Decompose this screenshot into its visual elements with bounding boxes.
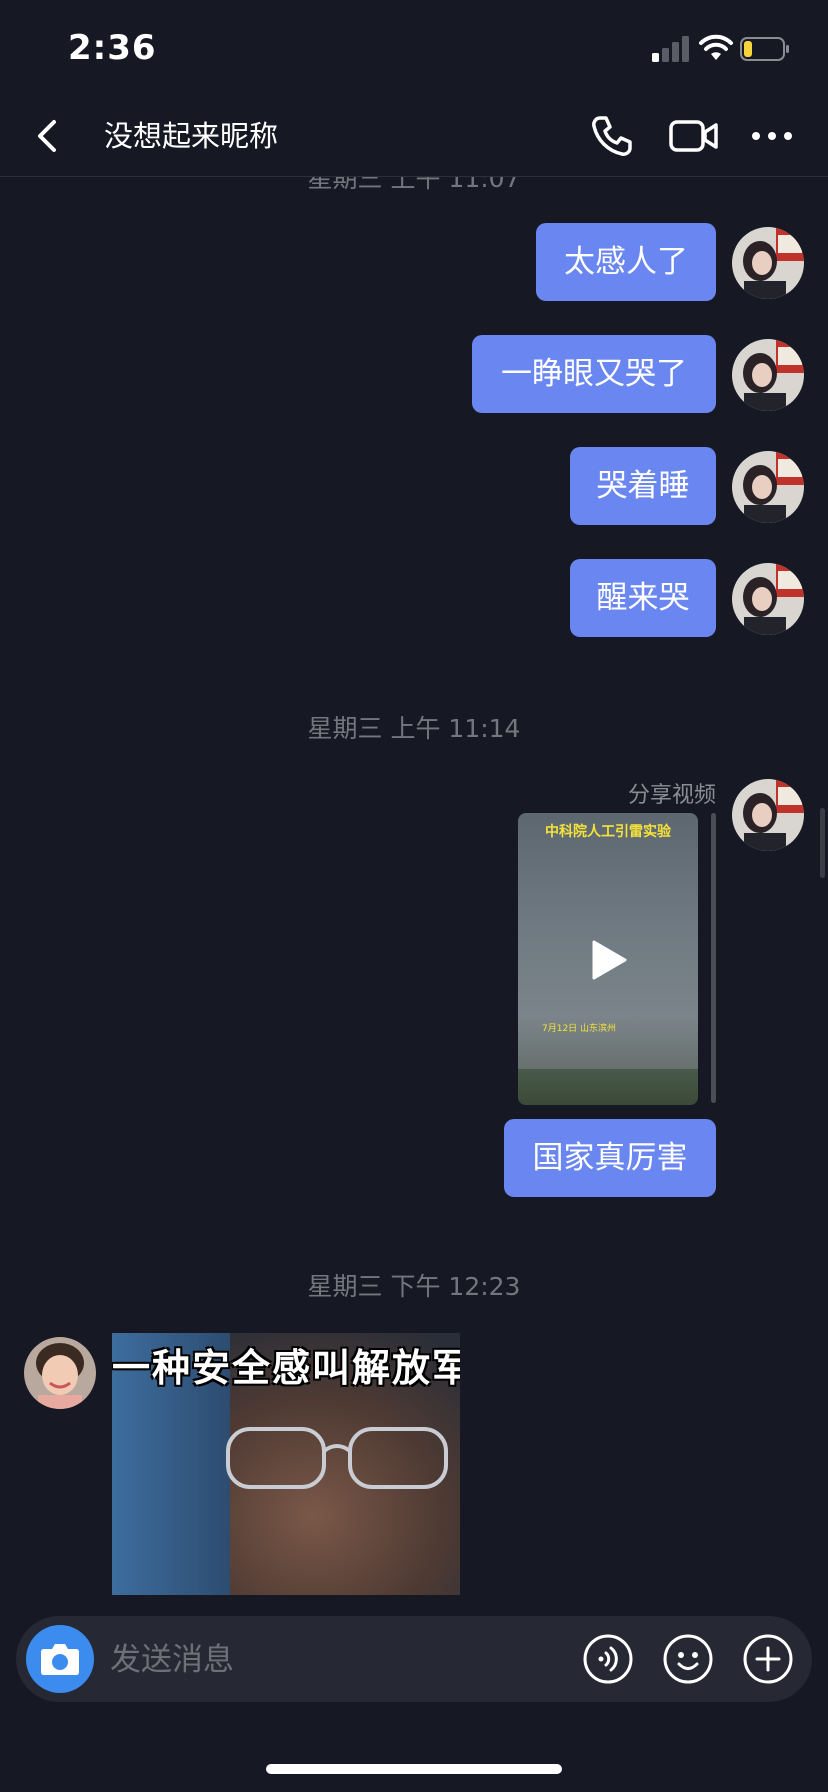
message-input-bar [16,1616,812,1702]
avatar-image [732,779,804,851]
my-avatar[interactable] [732,451,804,523]
plus-icon[interactable] [742,1633,794,1685]
video-title: 中科院人工引雷实验 [545,824,671,840]
avatar-image [732,339,804,411]
my-avatar[interactable] [732,779,804,851]
sent-message-bubble[interactable]: 太感人了 [536,223,716,301]
timestamp-partial: 星期三 上午 11:07 [307,177,521,193]
sticker-image[interactable]: 一种安全感叫解放军 [112,1333,460,1595]
avatar-image [732,227,804,299]
chat-header: 没想起来昵称 [0,96,828,177]
voice-icon[interactable] [582,1633,634,1685]
video-camera-icon[interactable] [668,112,720,160]
timestamp: 星期三 上午 11:14 [307,714,521,743]
phone-icon[interactable] [588,112,636,160]
video-scroll-indicator [711,813,716,1103]
chevron-left-icon[interactable] [28,112,68,160]
message-list[interactable]: 星期三 上午 11:07 太感人了 一睁眼又哭了 哭着睡 醒来哭 星期三 上午 … [0,177,828,1597]
timestamp: 星期三 下午 12:23 [307,1272,521,1301]
home-indicator[interactable] [266,1764,562,1774]
avatar-image [24,1337,96,1409]
video-caption: 7月12日 山东滨州 [542,1024,617,1034]
my-avatar[interactable] [732,339,804,411]
camera-button[interactable] [26,1625,94,1693]
camera-icon [41,1644,79,1675]
sent-message-bubble[interactable]: 哭着睡 [570,447,716,525]
page-scroll-indicator [820,808,825,878]
status-bar: 2:36 [0,0,828,96]
my-avatar[interactable] [732,563,804,635]
chat-title[interactable]: 没想起来昵称 [104,112,278,160]
cellular-signal-icon [652,36,689,62]
share-video-label: 分享视频 [628,783,717,808]
more-dots-icon[interactable] [748,112,796,160]
glasses-icon [226,1427,448,1489]
video-ground [518,1069,698,1105]
contact-avatar[interactable] [24,1337,96,1409]
avatar-image [732,563,804,635]
play-icon[interactable] [590,939,628,981]
sticker-caption: 一种安全感叫解放军 [112,1346,460,1390]
sent-message-bubble[interactable]: 醒来哭 [570,559,716,637]
sent-message-bubble[interactable]: 一睁眼又哭了 [472,335,716,413]
my-avatar[interactable] [732,227,804,299]
avatar-image [732,451,804,523]
message-input[interactable] [108,1630,492,1690]
emoji-icon[interactable] [662,1633,714,1685]
battery-icon [740,37,789,61]
status-time: 2:36 [68,28,157,68]
sent-message-bubble[interactable]: 国家真厉害 [504,1119,716,1197]
shared-video-card[interactable]: 中科院人工引雷实验 7月12日 山东滨州 [518,813,698,1105]
wifi-icon [699,34,733,60]
